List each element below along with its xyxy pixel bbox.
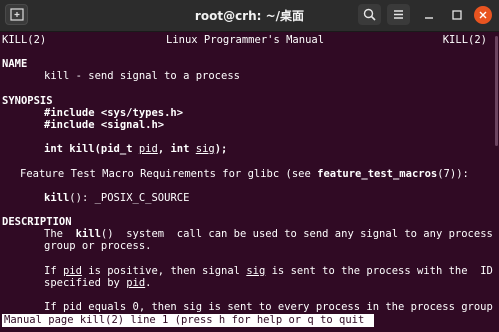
description-line-4: specified by pid.	[44, 277, 152, 289]
maximize-button[interactable]	[446, 4, 468, 26]
kill-prototype: int kill(pid_t pid, int sig);	[44, 143, 228, 155]
terminal-scrollbar[interactable]	[495, 32, 499, 328]
description-line-1: The kill() system call can be used to se…	[44, 228, 493, 240]
pager-status-line: Manual page kill(2) line 1 (press h for …	[2, 314, 374, 327]
scrollbar-thumb[interactable]	[495, 36, 498, 146]
minimize-button[interactable]	[418, 4, 440, 26]
terminal-window: root@crh: ~/桌面 KILL(2) Linux Programmer'…	[0, 0, 499, 332]
title-bar: root@crh: ~/桌面	[0, 0, 499, 32]
feature-requirement: kill(): _POSIX_C_SOURCE	[44, 192, 190, 204]
man-header-center: Linux Programmer's Manual	[166, 34, 325, 46]
name-line: kill - send signal to a process	[44, 70, 240, 82]
hamburger-menu-icon	[394, 10, 403, 19]
name-heading: NAME	[2, 58, 28, 70]
terminal-content[interactable]: KILL(2) Linux Programmer's Manual KILL(2…	[0, 32, 499, 332]
description-line-3: If pid is positive, then signal sig is s…	[44, 265, 493, 277]
description-line-2: group or process.	[44, 240, 152, 252]
minimize-icon	[425, 17, 433, 19]
menu-button[interactable]	[387, 4, 410, 25]
search-button[interactable]	[358, 4, 381, 25]
terminal-cursor	[366, 314, 372, 327]
synopsis-heading: SYNOPSIS	[2, 95, 53, 107]
include-line-1: #include <sys/types.h>	[44, 107, 184, 119]
maximize-icon	[452, 10, 462, 20]
close-icon	[479, 11, 487, 19]
description-heading: DESCRIPTION	[2, 216, 72, 228]
feature-test-line: Feature Test Macro Requirements for glib…	[20, 168, 469, 180]
man-header-left: KILL(2)	[2, 34, 47, 46]
description-line-5: If pid equals 0, then sig is sent to eve…	[44, 301, 493, 313]
search-icon	[363, 8, 376, 21]
close-button[interactable]	[472, 4, 494, 26]
man-header-right: KILL(2)	[442, 34, 487, 46]
include-line-2: #include <signal.h>	[44, 119, 165, 131]
